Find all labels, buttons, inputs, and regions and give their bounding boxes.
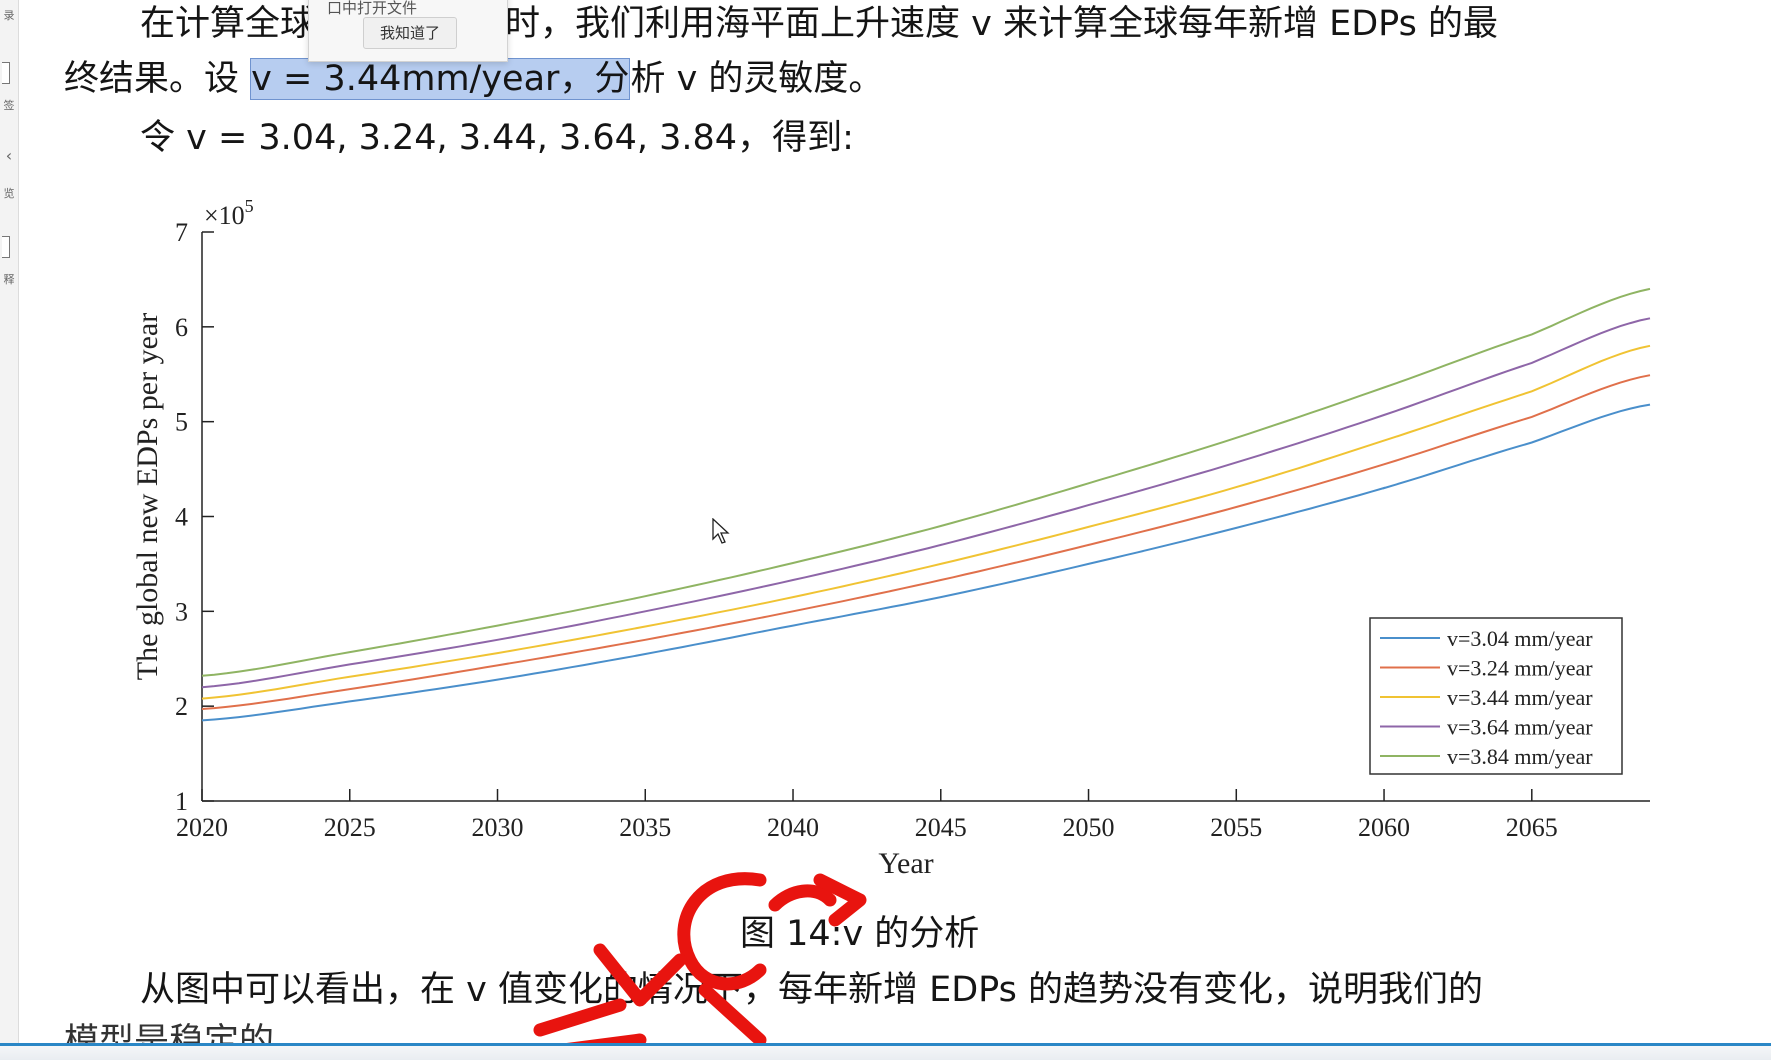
popup-title: 口中打开文件	[327, 0, 418, 17]
x-tick-label: 2065	[1506, 813, 1558, 842]
bookmark-icon[interactable]	[2, 62, 10, 84]
chart-legend: v=3.04 mm/year v=3.24 mm/year v=3.44 mm/ye…	[1369, 617, 1623, 775]
left-tool-strip: 录 签 ‹ 览 释	[0, 0, 19, 1060]
series-line-4	[201, 287, 1651, 677]
legend-label-2: v=3.44 mm/year	[1447, 685, 1593, 710]
x-tick-label: 2040	[767, 813, 819, 842]
x-axis-title: Year	[878, 847, 933, 880]
series-line-0	[201, 403, 1651, 722]
series-line-3	[201, 317, 1651, 689]
y-tick-label: 2	[175, 692, 188, 721]
line2-suffix: 析 v 的灵敏度。	[630, 59, 884, 99]
strip-label-notes[interactable]: 释	[0, 274, 18, 286]
x-tick-label: 2045	[915, 813, 967, 842]
legend-label-1: v=3.24 mm/year	[1447, 656, 1593, 681]
taskbar-strip	[0, 1046, 1771, 1060]
legend-label-4: v=3.84 mm/year	[1447, 744, 1593, 769]
x-tick-label: 2020	[176, 813, 228, 842]
text-selection-highlight[interactable]: v = 3.44mm/year，分	[250, 58, 631, 100]
series-line-2	[201, 344, 1651, 700]
strip-label-bookmarks[interactable]: 签	[0, 100, 18, 112]
chevron-left-icon[interactable]: ‹	[0, 148, 18, 164]
y-tick-label: 4	[175, 503, 188, 532]
strip-label-browse[interactable]: 览	[0, 188, 18, 200]
x-tick-label: 2055	[1210, 813, 1262, 842]
y-tick-label: 7	[175, 218, 188, 247]
series-line-1	[201, 374, 1651, 710]
line1-suffix: 时，我们利用海平面上升速度 v 来计算全球每年新增 EDPs 的最	[505, 4, 1499, 44]
y-axis-title: The global new EDPs per year	[131, 313, 164, 680]
paragraph-line-4: 从图中可以看出，在 v 值变化的情况下，每年新增 EDPs 的趋势没有变化，说明…	[140, 970, 1484, 1010]
y-tick-label: 3	[175, 597, 188, 626]
mouse-cursor-icon	[712, 518, 730, 544]
chart-axes: 2020 2025 2030 2035 2040 2045 2050 2055 2060 2065…	[131, 196, 1650, 880]
dismiss-button[interactable]: 我知道了	[363, 17, 457, 49]
x-tick-label: 2030	[472, 813, 524, 842]
legend-label-0: v=3.04 mm/year	[1447, 626, 1593, 651]
strip-label-contents[interactable]: 录	[0, 10, 18, 22]
x-tick-label: 2050	[1063, 813, 1115, 842]
figure-caption: 图 14:v 的分析	[740, 914, 980, 954]
x-tick-label: 2060	[1358, 813, 1410, 842]
paragraph-line-2: 终结果。设 v = 3.44mm/year，分析 v 的灵敏度。	[64, 57, 883, 101]
x-tick-label: 2035	[619, 813, 671, 842]
legend-box	[1369, 617, 1623, 775]
x-tick-label: 2025	[324, 813, 376, 842]
note-icon[interactable]	[2, 236, 10, 258]
y-tick-label: 6	[175, 313, 188, 342]
paragraph-line-3: 令 v = 3.04, 3.24, 3.44, 3.64, 3.84，得到:	[140, 118, 854, 158]
chart-lines	[201, 287, 1651, 722]
notification-popup: 口中打开文件 我知道了	[308, 0, 508, 62]
line2-prefix: 终结果。设	[64, 59, 251, 99]
y-multiplier-label: ×105	[204, 196, 254, 230]
y-tick-label: 5	[175, 408, 188, 437]
line1-prefix: 在计算全球	[140, 4, 316, 44]
legend-label-3: v=3.64 mm/year	[1447, 715, 1593, 740]
y-tick-label: 1	[175, 787, 188, 816]
